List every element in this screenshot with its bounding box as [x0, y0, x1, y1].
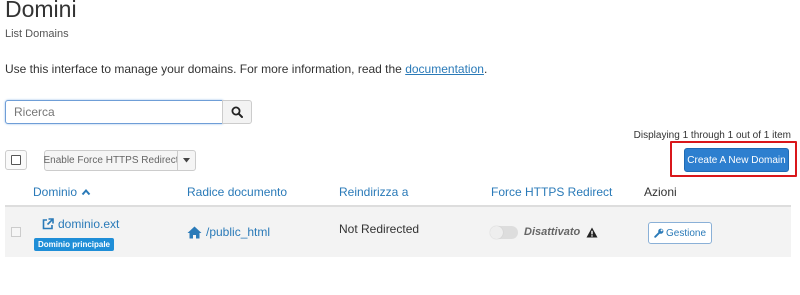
search-input[interactable] — [5, 100, 223, 124]
column-header-docroot[interactable]: Radice documento — [187, 185, 287, 199]
sort-asc-icon — [82, 188, 91, 196]
create-domain-button[interactable]: Create A New Domain — [684, 148, 789, 172]
warning-icon — [586, 227, 598, 237]
display-count: Displaying 1 through 1 out of 1 item — [633, 130, 791, 141]
row-checkbox[interactable] — [11, 227, 21, 237]
page-subtitle: List Domains — [5, 28, 69, 40]
domain-link[interactable]: dominio.ext — [42, 217, 119, 231]
chevron-down-icon — [183, 158, 190, 163]
intro-text-end: . — [483, 62, 488, 76]
column-header-redirect[interactable]: Reindirizza a — [339, 185, 408, 199]
manage-button-label: Gestione — [665, 227, 707, 239]
page-title: Domini — [5, 0, 77, 22]
redirect-status: Not Redirected — [339, 222, 420, 236]
https-toggle-knob — [490, 226, 503, 239]
docroot-path: /public_html — [206, 225, 271, 239]
search-button[interactable] — [222, 100, 252, 124]
domain-name: dominio.ext — [58, 217, 120, 231]
primary-domain-badge: Dominio principale — [34, 238, 115, 251]
enable-https-redirect-button[interactable]: Enable Force HTTPS Redirect — [43, 150, 179, 171]
search-icon — [231, 106, 243, 118]
column-header-domain-label: Dominio — [33, 185, 78, 199]
https-status: Disattivato — [524, 226, 598, 238]
docroot-link[interactable]: /public_html — [187, 225, 270, 239]
documentation-link[interactable]: documentation — [405, 62, 484, 76]
column-header-domain[interactable]: Dominio — [33, 185, 91, 199]
https-status-label: Disattivato — [524, 226, 581, 238]
external-link-icon — [42, 218, 54, 230]
select-all-box — [11, 155, 21, 165]
manage-button[interactable]: Gestione — [648, 222, 712, 244]
bulk-actions-dropdown[interactable] — [177, 150, 196, 171]
intro-text: Use this interface to manage your domain… — [5, 62, 487, 76]
select-all-checkbox[interactable] — [5, 150, 27, 170]
column-header-actions: Azioni — [644, 185, 677, 199]
home-icon — [187, 226, 202, 238]
intro-text-body: Use this interface to manage your domain… — [5, 62, 406, 76]
wrench-icon — [654, 228, 664, 238]
column-header-https[interactable]: Force HTTPS Redirect — [491, 185, 612, 199]
